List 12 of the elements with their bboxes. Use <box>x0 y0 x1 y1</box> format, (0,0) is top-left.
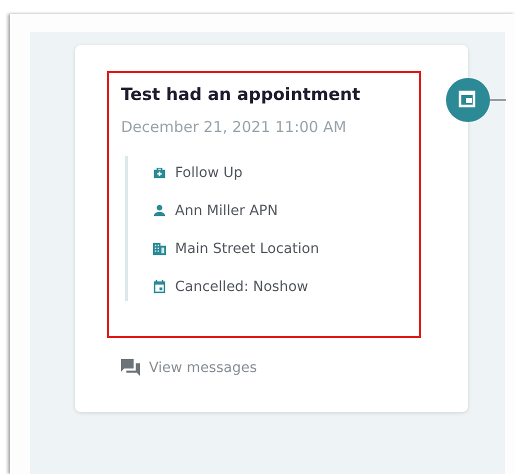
detail-text: Follow Up <box>175 164 242 180</box>
medical-bag-icon <box>152 165 167 180</box>
building-icon <box>152 241 167 256</box>
chat-icon <box>121 359 140 376</box>
event-date: December 21, 2021 11:00 AM <box>121 118 348 136</box>
view-messages-link[interactable]: View messages <box>121 359 257 376</box>
detail-text: Ann Miller APN <box>175 202 278 218</box>
event-title: Test had an appointment <box>121 85 362 105</box>
detail-text: Cancelled: Noshow <box>175 278 308 294</box>
calendar-icon <box>152 279 167 294</box>
person-icon <box>152 203 167 218</box>
detail-text: Main Street Location <box>175 240 320 256</box>
